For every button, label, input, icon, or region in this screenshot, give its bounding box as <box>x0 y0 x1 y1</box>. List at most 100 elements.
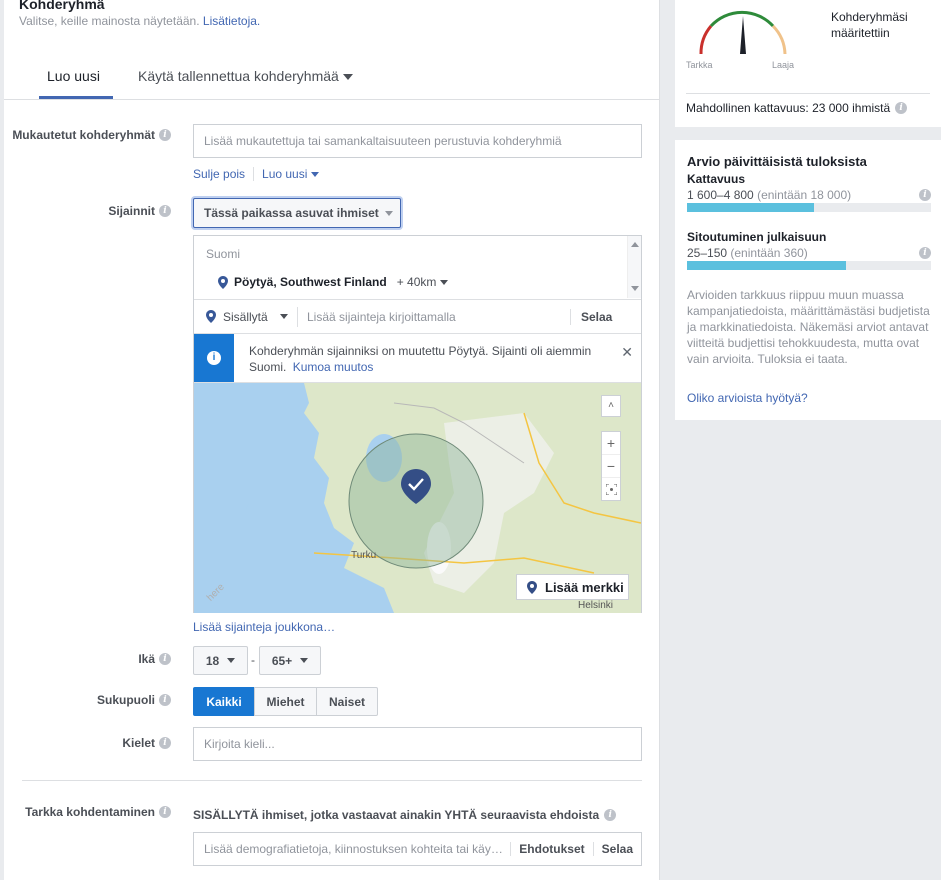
audience-section: Kohderyhmä Valitse, keille mainosta näyt… <box>4 0 660 880</box>
reach-values: 1 600–4 800 (enintään 18 000) <box>687 188 851 202</box>
section-subtitle: Valitse, keille mainosta näytetään. Lisä… <box>19 14 260 28</box>
engagement-value: 25–150 <box>687 246 728 260</box>
include-select[interactable]: Sisällytä <box>194 306 298 327</box>
info-icon[interactable]: i <box>159 205 171 217</box>
bulk-locations-link[interactable]: Lisää sijainteja joukkona… <box>193 620 335 634</box>
age-max-value: 65+ <box>271 653 293 668</box>
chevron-down-icon <box>227 658 236 663</box>
tab-create-new[interactable]: Luo uusi <box>47 68 100 84</box>
selected-location-name: Pöytyä, Southwest Finland <box>234 275 387 289</box>
feedback-link[interactable]: Oliko arvioista hyötyä? <box>687 391 808 405</box>
info-icon[interactable]: i <box>604 809 617 821</box>
map-zoom-controls: + − <box>601 431 621 501</box>
detailed-targeting-input[interactable]: Lisää demografiatietoja, kiinnostuksen k… <box>193 832 642 866</box>
gender-all-button[interactable]: Kaikki <box>193 687 255 716</box>
notice-icon-area: i <box>194 334 234 382</box>
chevron-down-icon <box>342 74 353 81</box>
section-divider <box>22 780 642 781</box>
estimates-disclaimer: Arvioiden tarkkuus riippuu muun muassa k… <box>687 288 930 366</box>
info-icon[interactable]: i <box>159 737 171 749</box>
gauge-narrow-label: Tarkka <box>686 60 713 70</box>
fit-bounds-icon[interactable] <box>602 478 620 500</box>
scroll-up-icon[interactable] <box>631 242 639 247</box>
location-box: Suomi Pöytyä, Southwest Finland + 40km S… <box>193 235 642 613</box>
engagement-values: 25–150 (enintään 360) <box>687 246 808 260</box>
reach-value: 1 600–4 800 <box>687 188 754 202</box>
audience-tabs: Luo uusi Käytä tallennettua kohderyhmää <box>4 52 660 100</box>
custom-audiences-input[interactable]: Lisää mukautettuja tai samankaltaisuutee… <box>193 124 642 158</box>
drop-pin-button[interactable]: Lisää merkki <box>516 574 629 600</box>
detailed-targeting-heading: SISÄLLYTÄ ihmiset, jotka vastaavat ainak… <box>193 808 617 822</box>
detailed-targeting-placeholder: Lisää demografiatietoja, kiinnostuksen k… <box>204 842 503 856</box>
notice-text: Kohderyhmän sijainniksi on muutettu Pöyt… <box>249 343 609 375</box>
location-changed-notice: i Kohderyhmän sijainniksi on muutettu Pö… <box>194 333 641 383</box>
info-icon[interactable]: i <box>159 806 171 818</box>
chevron-down-icon <box>300 658 309 663</box>
gauge-broad-label: Laaja <box>772 60 795 70</box>
zoom-in-button[interactable]: + <box>602 432 620 455</box>
locations-label: Sijainnit i <box>108 204 171 218</box>
browse-button[interactable]: Selaa <box>570 308 612 325</box>
close-icon[interactable]: ✕ <box>621 344 633 361</box>
scrollbar[interactable] <box>627 236 641 298</box>
custom-audiences-placeholder: Lisää mukautettuja tai samankaltaisuutee… <box>204 134 562 148</box>
section-subtitle-text: Valitse, keille mainosta näytetään. <box>19 14 200 28</box>
info-icon[interactable]: i <box>895 102 908 114</box>
age-max-select[interactable]: 65+ <box>259 646 321 675</box>
location-search-placeholder: Lisää sijainteja kirjoittamalla <box>307 309 456 324</box>
languages-input[interactable]: Kirjoita kieli... <box>193 727 642 761</box>
tab-saved-audience[interactable]: Käytä tallennettua kohderyhmää <box>138 68 353 84</box>
section-title: Kohderyhmä <box>19 0 105 12</box>
map-label-helsinki: Helsinki <box>578 600 614 611</box>
reach-bar <box>687 203 931 212</box>
audience-status: Kohderyhmäsi määritettiin <box>831 10 908 40</box>
drop-pin-label: Lisää merkki <box>545 579 624 595</box>
browse-button[interactable]: Selaa <box>592 842 641 856</box>
country-label: Suomi <box>206 247 241 261</box>
location-map[interactable]: here Turku Helsinki ˄ + − Lisää merkki <box>194 383 641 613</box>
chevron-down-icon <box>279 314 288 319</box>
potential-reach-text: Mahdollinen kattavuus: 23 000 ihmistä <box>686 101 891 115</box>
audience-gauge-icon <box>699 10 787 55</box>
daily-results-panel: Arvio päivittäisistä tuloksista Kattavuu… <box>675 140 941 420</box>
gender-men-button[interactable]: Miehet <box>254 687 317 716</box>
reach-label: Kattavuus <box>687 172 746 186</box>
location-type-value: Tässä paikassa asuvat ihmiset <box>204 206 379 220</box>
info-icon[interactable]: i <box>919 247 931 259</box>
divider <box>253 167 255 181</box>
reach-max: (enintään 18 000) <box>757 188 852 202</box>
location-search-row: Sisällytä Lisää sijainteja kirjoittamall… <box>194 299 641 333</box>
detailed-targeting-label: Tarkka kohdentaminen i <box>25 805 171 819</box>
info-icon[interactable]: i <box>159 129 171 141</box>
languages-label-text: Kielet <box>122 736 155 750</box>
radius-select[interactable]: + 40km <box>397 275 449 289</box>
detailed-targeting-heading-text: SISÄLLYTÄ ihmiset, jotka vastaavat ainak… <box>193 808 600 822</box>
languages-label: Kielet i <box>122 736 171 750</box>
scroll-down-icon[interactable] <box>631 286 639 291</box>
create-new-link-text: Luo uusi <box>262 167 308 181</box>
suggestions-button[interactable]: Ehdotukset <box>510 842 592 856</box>
info-icon[interactable]: i <box>159 653 171 665</box>
estimates-title: Arvio päivittäisistä tuloksista <box>687 154 867 169</box>
gender-women-button[interactable]: Naiset <box>316 687 378 716</box>
info-icon[interactable]: i <box>919 189 931 201</box>
engagement-label: Sitoutuminen julkaisuun <box>687 230 827 244</box>
create-new-link[interactable]: Luo uusi <box>262 167 320 181</box>
age-min-select[interactable]: 18 <box>193 646 248 675</box>
engagement-max: (enintään 360) <box>730 246 808 260</box>
info-icon: i <box>207 351 221 365</box>
info-icon[interactable]: i <box>159 694 171 706</box>
location-search-input[interactable]: Lisää sijainteja kirjoittamalla <box>298 310 570 324</box>
location-pin-icon <box>218 275 228 289</box>
exclude-link[interactable]: Sulje pois <box>193 167 245 181</box>
undo-change-link[interactable]: Kumoa muutos <box>293 360 374 374</box>
tab-saved-audience-label: Käytä tallennettua kohderyhmää <box>138 68 339 84</box>
location-type-select[interactable]: Tässä paikassa asuvat ihmiset <box>193 198 401 228</box>
location-pin-icon <box>527 580 537 594</box>
collapse-map-button[interactable]: ˄ <box>601 395 621 417</box>
zoom-out-button[interactable]: − <box>602 455 620 478</box>
reach-bar-fill <box>687 203 814 212</box>
learn-more-link[interactable]: Lisätietoja. <box>203 14 260 28</box>
active-tab-indicator <box>39 96 113 99</box>
radius-value: + 40km <box>396 275 437 289</box>
